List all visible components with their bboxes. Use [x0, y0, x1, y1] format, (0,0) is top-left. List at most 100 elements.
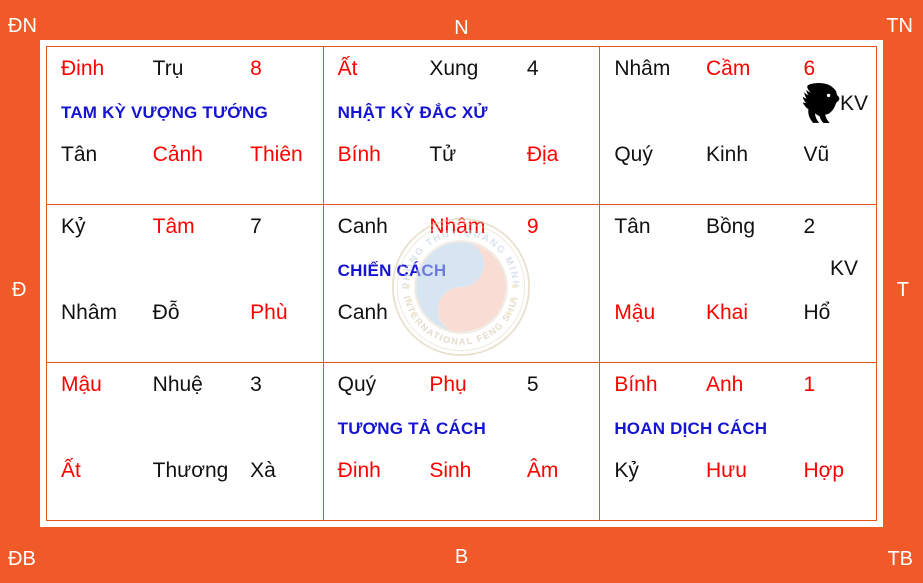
palace-number: 3 — [250, 373, 262, 396]
palace-bottom-row: Kỷ Hưu Hợp — [614, 459, 862, 482]
horse-marker-label: KV — [839, 91, 868, 115]
palace-cell-top-center[interactable]: Ất Xung 4 NHẬT KỲ ĐẮC XỬ Bính Tử Địa — [322, 46, 601, 205]
palace-top-row: Ất Xung 4 — [338, 57, 586, 87]
palace-star: Anh — [705, 373, 744, 396]
palace-content: Mậu Nhuệ 3 Ất Thương Xà — [47, 363, 323, 520]
horse-marker-group: KV — [798, 81, 868, 125]
palace-deity: Hợp — [803, 459, 845, 482]
direction-label-northeast: TN — [886, 15, 913, 37]
palace-row-top: Đinh Trụ 8 TAM KỲ VƯỢNG TƯỚNG Tân Cảnh T… — [46, 46, 877, 205]
palace-stem: Đinh — [61, 57, 105, 80]
palace-top-row: Tân Bồng 2 — [614, 215, 862, 245]
palace-star: Xung — [429, 57, 479, 80]
palace-top-row: Đinh Trụ 8 — [61, 57, 309, 87]
palace-top-row: Mậu Nhuệ 3 — [61, 373, 309, 403]
palace-door: Kinh — [705, 143, 748, 166]
palace-content: Bính Anh 1 HOAN DỊCH CÁCH Kỷ Hưu Hợp — [600, 363, 876, 520]
palace-row-bottom: Mậu Nhuệ 3 Ất Thương Xà Quý Phụ 5 TƯƠNG … — [46, 362, 877, 521]
direction-label-southeast: TB — [887, 548, 913, 570]
palace-base-stem: Quý — [614, 143, 653, 166]
palace-cell-top-left[interactable]: Đinh Trụ 8 TAM KỲ VƯỢNG TƯỚNG Tân Cảnh T… — [46, 46, 324, 205]
direction-label-north: N — [454, 17, 469, 39]
palace-bottom-row: Tân Cảnh Thiên — [61, 143, 309, 166]
palace-stem: Mậu — [61, 373, 102, 396]
palace-number: 4 — [526, 57, 539, 80]
horse-head-icon — [798, 82, 842, 124]
palace-content: Kỷ Tâm 7 Nhâm Đỗ Phù — [47, 205, 323, 362]
palace-deity: Hổ — [803, 301, 831, 324]
palace-content: Nhâm Cầm 6 Quý Kinh Vũ KV — [600, 47, 876, 204]
palace-grid: Đinh Trụ 8 TAM KỲ VƯỢNG TƯỚNG Tân Cảnh T… — [46, 46, 877, 521]
palace-title: CHIẾN CÁCH — [337, 261, 447, 280]
palace-title — [61, 245, 309, 297]
palace-base-stem: Mậu — [614, 301, 656, 324]
palace-door: Sinh — [429, 459, 472, 482]
palace-bottom-row: Quý Kinh Vũ — [614, 143, 862, 166]
palace-title: HOAN DỊCH CÁCH — [614, 419, 768, 438]
palace-number: 7 — [250, 215, 262, 238]
palace-content: Tân Bồng 2 Mậu Khai Hổ KV — [600, 205, 876, 362]
palace-number: 8 — [250, 57, 262, 80]
palace-grid-body: Đinh Trụ 8 TAM KỲ VƯỢNG TƯỚNG Tân Cảnh T… — [46, 46, 877, 521]
palace-door: Đỗ — [152, 301, 180, 324]
palace-deity: Âm — [526, 459, 559, 482]
palace-stem: Nhâm — [614, 57, 671, 80]
palace-deity: Vũ — [803, 143, 830, 166]
palace-base-stem: Tân — [61, 143, 98, 166]
palace-number: 9 — [526, 215, 539, 238]
palace-bottom-row: Ất Thương Xà — [61, 459, 309, 482]
palace-content: Đinh Trụ 8 TAM KỲ VƯỢNG TƯỚNG Tân Cảnh T… — [47, 47, 323, 204]
palace-cell-middle-left[interactable]: Kỷ Tâm 7 Nhâm Đỗ Phù — [46, 204, 324, 363]
palace-base-stem: Kỷ — [614, 459, 639, 482]
palace-deity: Phù — [250, 301, 288, 324]
palace-stem: Ất — [337, 57, 358, 80]
palace-door: Hưu — [705, 459, 747, 482]
palace-content: Quý Phụ 5 TƯƠNG TẢ CÁCH Đinh Sinh Âm — [324, 363, 600, 520]
palace-stem: Quý — [337, 373, 377, 396]
palace-cell-center[interactable]: PHONG THỦY QUANG MINH INTERNATIONAL FENG… — [322, 204, 601, 363]
palace-number: 6 — [803, 57, 816, 80]
palace-deity: Xà — [250, 459, 276, 482]
palace-deity: Địa — [526, 143, 559, 166]
direction-label-east: T — [896, 279, 909, 301]
palace-cell-top-right[interactable]: Nhâm Cầm 6 Quý Kinh Vũ KV — [599, 46, 877, 205]
palace-bottom-row: Đinh Sinh Âm — [338, 459, 586, 482]
palace-content: Ất Xung 4 NHẬT KỲ ĐẮC XỬ Bính Tử Địa — [324, 47, 600, 204]
palace-top-row: Quý Phụ 5 — [338, 373, 586, 403]
palace-bottom-row: Bính Tử Địa — [338, 143, 586, 166]
palace-star: Trụ — [152, 57, 184, 80]
palace-title: NHẬT KỲ ĐẮC XỬ — [337, 103, 488, 122]
palace-cell-middle-right[interactable]: Tân Bồng 2 Mậu Khai Hổ KV — [599, 204, 877, 363]
palace-door: Cảnh — [152, 143, 203, 166]
palace-number: 2 — [803, 215, 816, 238]
palace-star: Cầm — [705, 57, 751, 80]
palace-star: Phụ — [429, 373, 467, 396]
palace-row-middle: Kỷ Tâm 7 Nhâm Đỗ Phù PHONG THỦY QUANG MI… — [46, 204, 877, 363]
palace-title — [61, 403, 309, 455]
palace-number: 1 — [803, 373, 816, 396]
direction-label-south: B — [454, 546, 469, 568]
palace-title: TAM KỲ VƯỢNG TƯỚNG — [61, 103, 268, 122]
palace-base-stem: Bính — [337, 143, 381, 166]
kv-marker-label: KV — [829, 257, 858, 280]
palace-bottom-row: Mậu Khai Hổ — [614, 301, 862, 324]
palace-top-row: Bính Anh 1 — [614, 373, 862, 403]
qimen-chart-panel: Đinh Trụ 8 TAM KỲ VƯỢNG TƯỚNG Tân Cảnh T… — [40, 40, 883, 527]
palace-base-stem: Canh — [337, 301, 388, 324]
palace-base-stem: Ất — [61, 459, 81, 482]
palace-cell-bottom-left[interactable]: Mậu Nhuệ 3 Ất Thương Xà — [46, 362, 324, 521]
palace-top-row: Canh Nhâm 9 — [338, 215, 586, 245]
palace-bottom-row: Nhâm Đỗ Phù — [61, 301, 309, 324]
palace-stem: Kỷ — [61, 215, 86, 238]
palace-base-stem: Đinh — [337, 459, 381, 482]
palace-deity: Thiên — [250, 143, 303, 166]
palace-star: Bồng — [705, 215, 756, 238]
palace-content: PHONG THỦY QUANG MINH INTERNATIONAL FENG… — [324, 205, 600, 362]
palace-cell-bottom-center[interactable]: Quý Phụ 5 TƯƠNG TẢ CÁCH Đinh Sinh Âm — [322, 362, 601, 521]
palace-door: Thương — [152, 459, 229, 482]
palace-bottom-row: Canh — [338, 301, 586, 324]
palace-stem: Tân — [614, 215, 651, 238]
palace-stem: Bính — [614, 373, 658, 396]
palace-number: 5 — [526, 373, 539, 396]
palace-cell-bottom-right[interactable]: Bính Anh 1 HOAN DỊCH CÁCH Kỷ Hưu Hợp — [599, 362, 877, 521]
